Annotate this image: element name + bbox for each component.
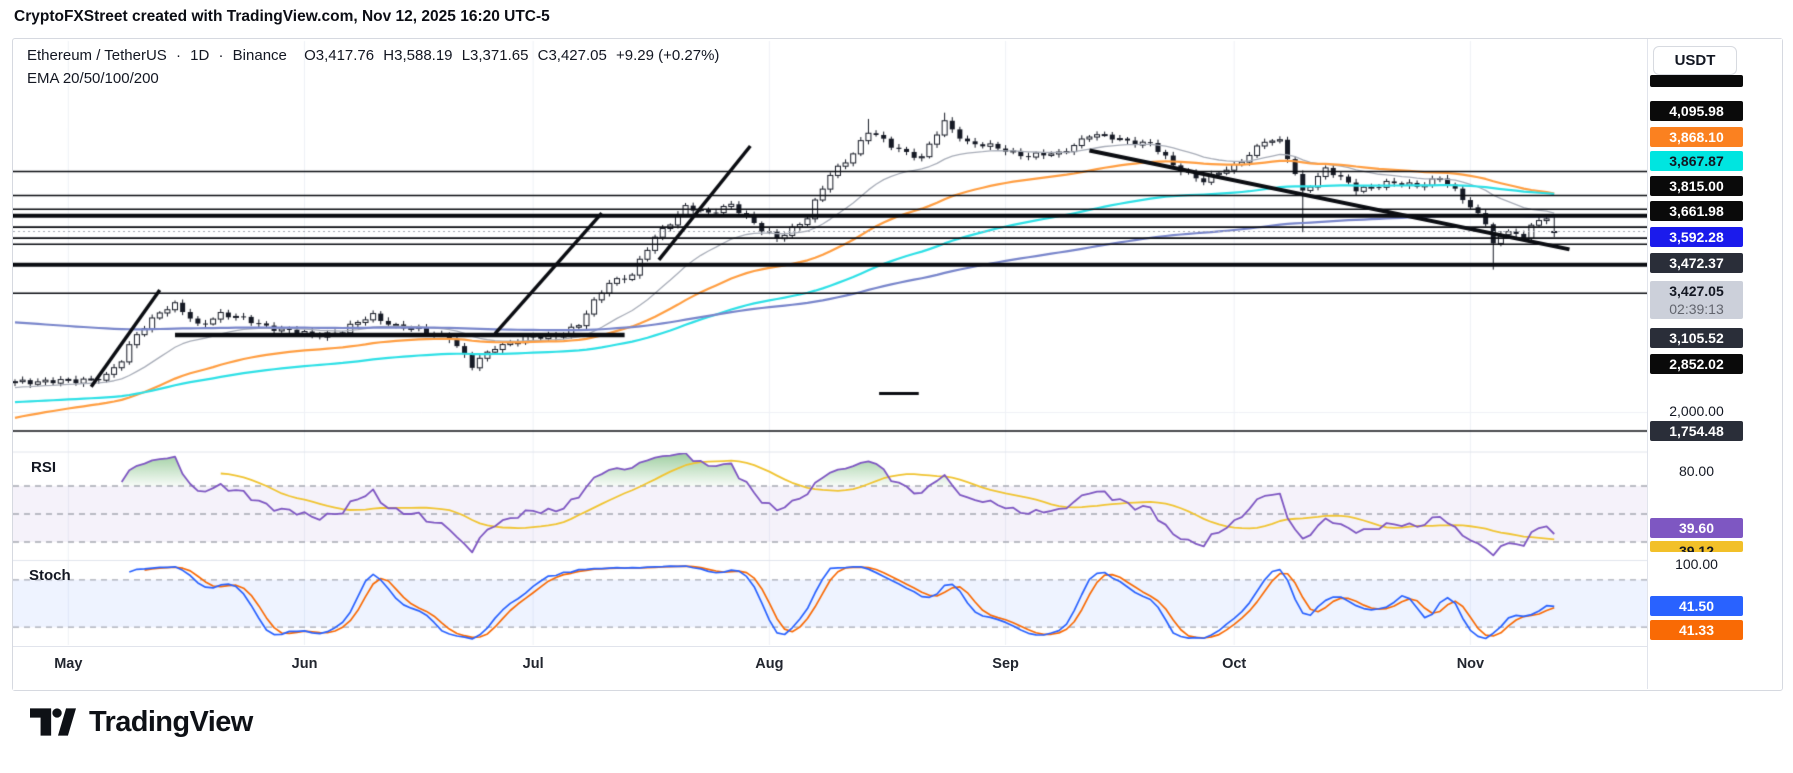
separator-dot: · — [176, 47, 181, 64]
interval-label[interactable]: 1D — [190, 47, 209, 64]
price-label: 41.33 — [1650, 620, 1743, 640]
symbol-name[interactable]: Ethereum / TetherUS — [27, 47, 167, 64]
ohlc-low: L3,371.65 — [462, 47, 529, 64]
price-label: 3,867.87 — [1650, 151, 1743, 171]
ema-legend[interactable]: EMA 20/50/100/200 — [27, 70, 159, 87]
exchange-label: Binance — [233, 47, 287, 64]
price-label: 39.60 — [1650, 518, 1743, 538]
price-label: 3,868.10 — [1650, 127, 1743, 147]
month-label: Sep — [984, 656, 1028, 672]
month-label: Oct — [1212, 656, 1256, 672]
ohlc-close: C3,427.05 — [538, 47, 607, 64]
price-label: 3,472.37 — [1650, 253, 1743, 273]
change-value: +9.29 (+0.27%) — [616, 47, 719, 64]
stoch-pane-title[interactable]: Stoch — [29, 567, 71, 584]
price-label: 2,852.02 — [1650, 354, 1743, 374]
price-label: 80.00 — [1650, 461, 1743, 481]
ohlc-high: H3,588.19 — [383, 47, 452, 64]
rsi-pane-title[interactable]: RSI — [31, 459, 56, 476]
month-label: Aug — [747, 656, 791, 672]
price-label — [1650, 75, 1743, 87]
month-label: Jun — [283, 656, 327, 672]
chart-legend[interactable]: Ethereum / TetherUS · 1D · Binance O3,41… — [27, 47, 724, 64]
chart-card: Ethereum / TetherUS · 1D · Binance O3,41… — [12, 38, 1783, 691]
attribution-text: CryptoFXStreet created with TradingView.… — [14, 8, 550, 26]
currency-button[interactable]: USDT — [1653, 46, 1737, 75]
price-label: 3,815.00 — [1650, 176, 1743, 196]
price-label: 4,095.98 — [1650, 101, 1743, 121]
price-label: 3,105.52 — [1650, 328, 1743, 348]
tradingview-logo-icon — [30, 705, 76, 739]
price-label: 39.12 — [1650, 541, 1743, 552]
month-label: Nov — [1448, 656, 1492, 672]
chart-plot-area[interactable] — [13, 39, 1780, 688]
last-price-label: 3,427.0502:39:13 — [1650, 281, 1743, 319]
month-label: May — [46, 656, 90, 672]
price-label: 41.50 — [1650, 596, 1743, 616]
month-label: Jul — [511, 656, 555, 672]
price-label: 1,754.48 — [1650, 421, 1743, 441]
price-label: 3,661.98 — [1650, 201, 1743, 221]
price-scale[interactable]: USDT 4,095.98 3,868.10 3,867.87 3,815.00 3,6… — [1647, 39, 1782, 689]
ohlc-open: O3,417.76 — [304, 47, 374, 64]
price-label: 100.00 — [1650, 554, 1743, 574]
price-label: 3,592.28 — [1650, 227, 1743, 247]
tradingview-logo-text: TradingView — [89, 706, 253, 739]
page: CryptoFXStreet created with TradingView.… — [0, 0, 1793, 773]
tradingview-logo[interactable]: TradingView — [30, 705, 253, 739]
separator-dot: · — [219, 47, 224, 64]
price-label: 2,000.00 — [1650, 401, 1743, 421]
time-axis[interactable]: May Jun Jul Aug Sep Oct Nov — [13, 646, 1647, 690]
